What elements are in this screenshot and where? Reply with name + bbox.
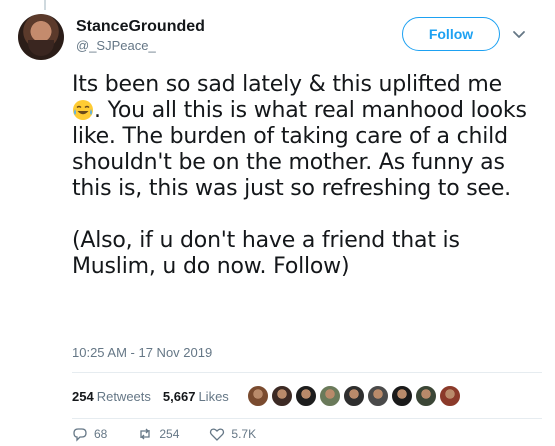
liker-avatars — [246, 385, 463, 407]
tweet-text-part2: . You all this is what real manhood look… — [72, 98, 527, 201]
retweet-count: 254 — [159, 427, 180, 441]
tweet-header: StanceGrounded @_SJPeace_ Follow — [18, 14, 538, 60]
liker-avatar[interactable] — [438, 385, 461, 407]
tweet-actions: 68 254 5.7K — [72, 426, 286, 442]
liker-avatar[interactable] — [294, 385, 317, 407]
likes-label: Likes — [198, 388, 229, 404]
liker-avatar[interactable] — [270, 385, 293, 407]
tweet-paragraph-1: Its been so sad lately & this uplifted m… — [72, 72, 542, 202]
face-with-tears-of-joy-icon — [73, 100, 93, 120]
divider — [72, 372, 542, 373]
liker-avatar[interactable] — [390, 385, 413, 407]
reply-count: 68 — [94, 427, 108, 441]
tweet-paragraph-2: (Also, if u don't have a friend that is … — [72, 228, 542, 280]
heart-icon — [210, 428, 225, 441]
retweet-button[interactable]: 254 — [137, 426, 179, 442]
reply-button[interactable]: 68 — [72, 426, 107, 442]
liker-avatar[interactable] — [366, 385, 389, 407]
retweet-icon — [140, 428, 151, 440]
tweet-timestamp[interactable]: 10:25 AM - 17 Nov 2019 — [72, 345, 212, 360]
retweets-count: 254 — [72, 388, 94, 404]
liker-avatar[interactable] — [318, 385, 341, 407]
user-info: StanceGrounded @_SJPeace_ — [76, 17, 205, 55]
like-button[interactable]: 5.7K — [209, 426, 256, 442]
like-count: 5.7K — [231, 427, 257, 441]
reply-icon — [73, 428, 87, 442]
chevron-down-icon[interactable] — [512, 28, 526, 42]
avatar[interactable] — [18, 14, 64, 60]
thread-connector-line — [44, 0, 46, 10]
follow-button[interactable]: Follow — [402, 17, 500, 51]
display-name[interactable]: StanceGrounded — [76, 17, 205, 37]
retweets-stat[interactable]: 254 Retweets — [72, 389, 151, 404]
likes-count: 5,667 — [162, 388, 196, 404]
divider — [72, 418, 542, 419]
liker-avatar[interactable] — [342, 385, 365, 407]
tweet-text-part1: Its been so sad lately & this uplifted m… — [72, 72, 502, 97]
engagement-stats: 254 Retweets 5,667 Likes — [72, 380, 542, 412]
tweet-text-part3: (Also, if u don't have a friend that is … — [72, 228, 460, 279]
tweet-text: Its been so sad lately & this uplifted m… — [72, 72, 542, 280]
liker-avatar[interactable] — [414, 385, 437, 407]
retweets-label: Retweets — [96, 388, 151, 404]
liker-avatar[interactable] — [246, 385, 269, 407]
likes-stat[interactable]: 5,667 Likes — [163, 389, 229, 404]
user-handle[interactable]: @_SJPeace_ — [76, 37, 205, 55]
